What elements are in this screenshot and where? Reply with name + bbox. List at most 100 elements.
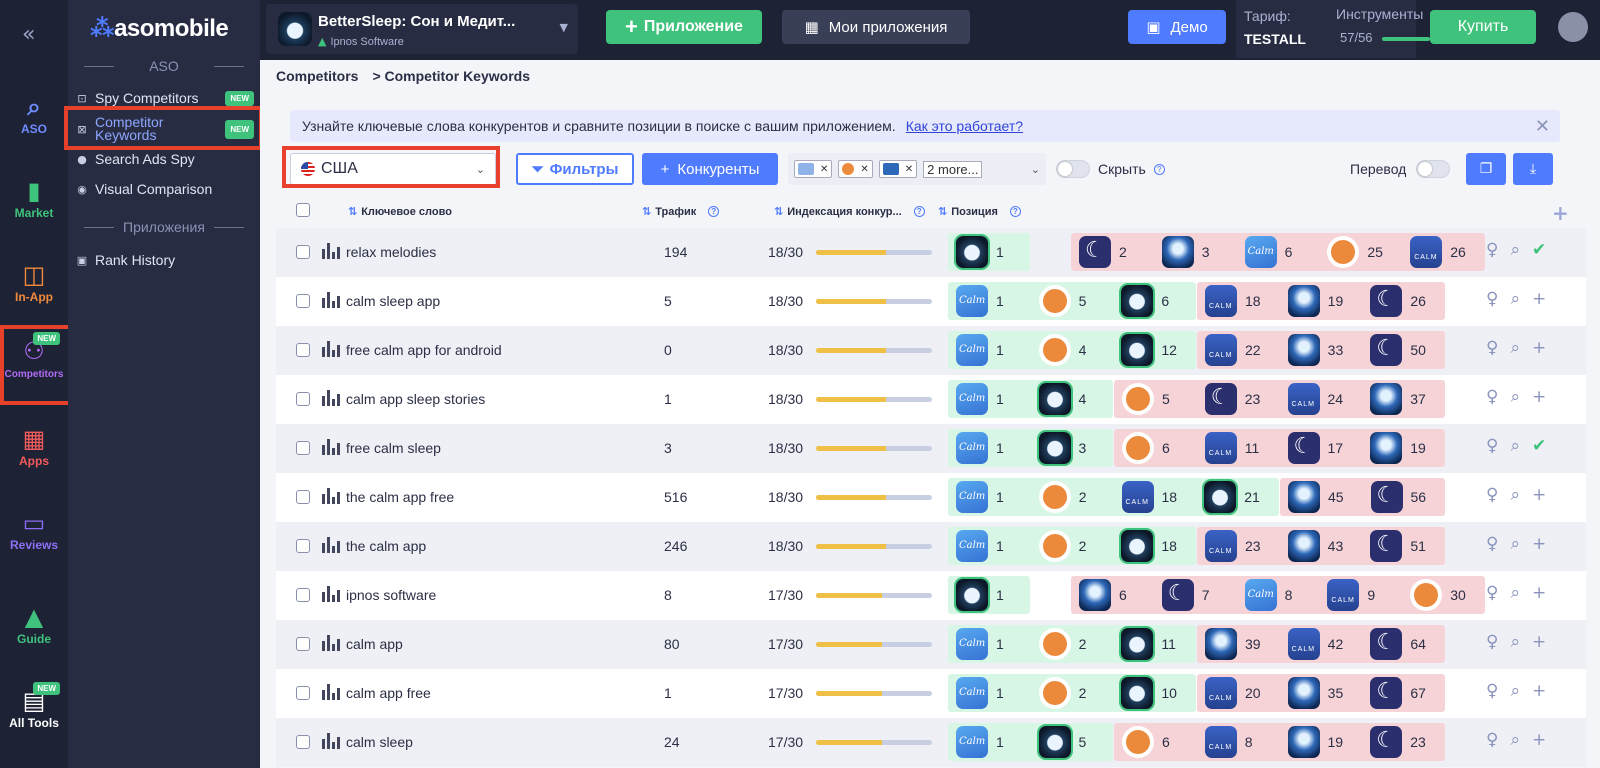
bettersleep-app-icon[interactable]: [1121, 285, 1154, 317]
search-icon[interactable]: ⌕: [1510, 485, 1520, 505]
rail-item-apps[interactable]: ▦ Apps: [0, 424, 68, 468]
rail-item-guide[interactable]: ▲ Guide: [0, 602, 68, 646]
lightbulb-icon[interactable]: ♀: [1486, 436, 1498, 456]
row-checkbox[interactable]: [296, 539, 310, 553]
orange-app-icon[interactable]: [1038, 530, 1071, 562]
orange-app-icon[interactable]: [1038, 334, 1071, 366]
calm-blue-app-icon[interactable]: [1287, 628, 1320, 660]
calm-blue-app-icon[interactable]: [1121, 481, 1154, 513]
calm-app-icon[interactable]: [956, 334, 988, 366]
chart-icon[interactable]: [322, 537, 340, 553]
calm-app-icon[interactable]: [956, 383, 988, 415]
close-icon[interactable]: ✕: [1535, 116, 1550, 137]
row-checkbox[interactable]: [296, 735, 310, 749]
moon-app-icon[interactable]: [1287, 432, 1320, 464]
moon-app-icon[interactable]: [1079, 236, 1111, 268]
plus-icon[interactable]: +: [1532, 583, 1546, 603]
calm-blue-app-icon[interactable]: [1287, 383, 1320, 415]
lightbulb-icon[interactable]: ♀: [1486, 485, 1498, 505]
header-indexing[interactable]: ⇅ Индексация конкур...?: [774, 205, 925, 218]
ocean-app-icon[interactable]: [1287, 677, 1320, 709]
calm-app-icon[interactable]: [1244, 236, 1277, 268]
moon-app-icon[interactable]: [1204, 383, 1237, 415]
chip-competitor-3[interactable]: ✕: [878, 160, 918, 178]
hide-toggle[interactable]: [1056, 160, 1090, 178]
orange-app-icon[interactable]: [1122, 432, 1154, 464]
header-position[interactable]: ⇅ Позиция?: [938, 205, 1021, 218]
chip-competitor-2[interactable]: ✕: [838, 160, 873, 178]
chart-icon[interactable]: [322, 390, 340, 406]
calm-app-icon[interactable]: [956, 481, 988, 513]
search-icon[interactable]: ⌕: [1510, 436, 1520, 456]
search-icon[interactable]: ⌕: [1510, 681, 1520, 701]
chart-icon[interactable]: [322, 684, 340, 700]
calm-app-icon[interactable]: [956, 677, 988, 709]
bettersleep-app-icon[interactable]: [1038, 383, 1071, 415]
moon-app-icon[interactable]: [1370, 481, 1403, 513]
lightbulb-icon[interactable]: ♀: [1486, 240, 1498, 260]
plus-icon[interactable]: +: [1532, 632, 1546, 652]
rail-item-market[interactable]: ▮ Market: [0, 176, 68, 220]
plus-icon[interactable]: +: [1532, 730, 1546, 750]
calm-app-icon[interactable]: [956, 285, 988, 317]
help-icon[interactable]: ?: [1153, 163, 1165, 175]
search-icon[interactable]: ⌕: [1510, 289, 1520, 309]
app-selector[interactable]: BetterSleep: Сон и Медит... ▲ Ipnos Softw…: [266, 4, 578, 54]
chart-icon[interactable]: [322, 292, 340, 308]
search-icon[interactable]: ⌕: [1510, 387, 1520, 407]
row-checkbox[interactable]: [296, 637, 310, 651]
moon-app-icon[interactable]: [1370, 285, 1403, 317]
help-icon[interactable]: ?: [913, 206, 925, 217]
breadcrumb-root[interactable]: Competitors: [276, 68, 358, 84]
chart-icon[interactable]: [322, 341, 340, 357]
sidebar-item-search-ads-spy[interactable]: ● Search Ads Spy: [74, 151, 254, 167]
plus-icon[interactable]: +: [1532, 289, 1546, 309]
chevron-down-icon[interactable]: ⌄: [1031, 163, 1040, 176]
rail-item-aso[interactable]: ⌕ ASO: [0, 92, 68, 136]
plus-icon[interactable]: +: [1532, 534, 1546, 554]
row-checkbox[interactable]: [296, 686, 310, 700]
plus-icon[interactable]: +: [1532, 338, 1546, 358]
bettersleep-app-icon[interactable]: [956, 236, 988, 268]
buy-button[interactable]: Купить: [1430, 10, 1536, 44]
lightbulb-icon[interactable]: ♀: [1486, 681, 1498, 701]
ocean-app-icon[interactable]: [1205, 628, 1237, 660]
calm-blue-app-icon[interactable]: [1327, 579, 1360, 611]
row-checkbox[interactable]: [296, 441, 310, 455]
ocean-app-icon[interactable]: [1287, 285, 1320, 317]
row-checkbox[interactable]: [296, 392, 310, 406]
chip-competitor-1[interactable]: ✕: [794, 160, 833, 178]
lightbulb-icon[interactable]: ♀: [1486, 289, 1498, 309]
calm-app-icon[interactable]: [956, 432, 988, 464]
plus-icon[interactable]: +: [1532, 681, 1546, 701]
orange-app-icon[interactable]: [1038, 481, 1071, 513]
plus-icon[interactable]: +: [1532, 387, 1546, 407]
moon-app-icon[interactable]: [1161, 579, 1194, 611]
chart-icon[interactable]: [322, 733, 340, 749]
moon-app-icon[interactable]: [1370, 334, 1403, 366]
calm-blue-app-icon[interactable]: [1410, 236, 1443, 268]
logo[interactable]: ⁂asomobile: [90, 14, 229, 43]
search-icon[interactable]: ⌕: [1510, 730, 1520, 750]
rail-item-reviews[interactable]: ▭ Reviews: [0, 508, 68, 552]
filters-button[interactable]: ⏷ Фильтры: [516, 153, 634, 185]
row-checkbox[interactable]: [296, 343, 310, 357]
country-select[interactable]: США ⌄: [290, 153, 496, 185]
header-traffic[interactable]: ⇅ Трафик?: [642, 205, 720, 218]
translate-toggle[interactable]: [1416, 160, 1451, 178]
orange-app-icon[interactable]: [1327, 236, 1360, 268]
calm-blue-app-icon[interactable]: [1205, 677, 1237, 709]
ocean-app-icon[interactable]: [1287, 334, 1320, 366]
orange-app-icon[interactable]: [1038, 677, 1071, 709]
remove-icon[interactable]: ✕: [860, 164, 868, 175]
chart-icon[interactable]: [322, 439, 340, 455]
rail-item-in-app[interactable]: ◫ In-App: [0, 260, 68, 304]
download-button[interactable]: ⤓: [1513, 153, 1553, 185]
moon-app-icon[interactable]: [1370, 677, 1403, 709]
calm-app-icon[interactable]: [956, 530, 988, 562]
bettersleep-app-icon[interactable]: [1204, 481, 1237, 513]
calm-blue-app-icon[interactable]: [1204, 432, 1237, 464]
ocean-app-icon[interactable]: [1161, 236, 1194, 268]
row-checkbox[interactable]: [296, 245, 310, 259]
chips-more[interactable]: 2 more...: [923, 160, 983, 178]
